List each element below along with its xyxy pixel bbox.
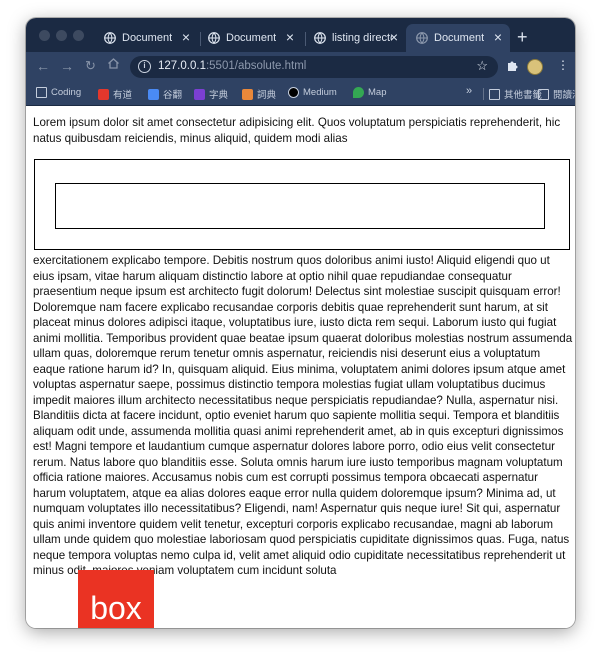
tab-listing-directory[interactable]: listing directo × [304,24,406,52]
folder-icon [489,88,500,100]
bookmark-google-translate[interactable]: 谷翻 [148,87,182,101]
translate-icon [148,88,159,100]
more-vertical-icon[interactable]: ⋮ [557,58,569,72]
bookmark-youdao[interactable]: 有道 [98,87,132,101]
body-paragraph: exercitationem explicabo tempore. Debiti… [33,254,573,577]
bookmark-dictionary-2[interactable]: 詞典 [242,87,276,101]
star-icon[interactable]: ☆ [476,58,488,74]
close-tab-icon[interactable]: × [182,30,190,44]
bookmark-coding[interactable]: Coding [36,87,81,98]
bookmark-label: 詞典 [257,90,277,101]
forward-arrow-icon[interactable]: → [60,58,74,74]
puzzle-icon[interactable] [506,59,519,75]
bookmark-medium[interactable]: Medium [288,87,337,98]
close-tab-icon[interactable]: × [494,30,502,44]
intro-paragraph: Lorem ipsum dolor sit amet consectetur a… [33,116,561,145]
bookmarks-overflow-button[interactable]: » [466,85,472,97]
info-icon[interactable]: i [138,60,151,73]
globe-icon [208,32,220,44]
maximize-window-button[interactable] [73,30,84,41]
toolbar: ← → ↻ i 127.0.0.1:5501/absolute.html ☆ ⋮ [26,52,575,82]
globe-icon [314,32,326,44]
bookmark-label: Map [368,87,387,98]
bookmarks-bar: Coding 有道 谷翻 字典 詞典 Medium Map » 其他書籤 閱讀清… [26,82,575,106]
bookmark-label: 谷翻 [163,90,183,101]
close-tab-icon[interactable]: × [286,30,294,44]
bookmark-separator [483,88,484,100]
bookmark-label: 字典 [209,90,229,101]
reading-list-button[interactable]: 閱讀清單 [538,87,575,101]
absolute-red-box: box [78,570,154,628]
dictionary-icon [194,88,205,100]
page-content: Lorem ipsum dolor sit amet consectetur a… [26,106,575,628]
folder-icon [36,87,47,98]
tab-title: Document [122,32,173,44]
tab-strip: Document × Document × listing directo × … [26,18,575,52]
bookmark-label: 閱讀清單 [553,90,575,101]
tab-document-active[interactable]: Document × [406,24,510,52]
inner-bordered-box [55,183,545,229]
bookmark-label: Medium [303,87,337,98]
bookmark-label: 其他書籤 [504,90,543,101]
url-text: 127.0.0.1:5501/absolute.html [158,60,306,72]
globe-icon [104,32,116,44]
dictionary-icon [242,88,253,100]
url-port: :5501 [205,60,235,72]
bookmark-dictionary-1[interactable]: 字典 [194,87,228,101]
avatar[interactable] [527,59,543,75]
map-pin-icon [353,87,364,98]
home-icon[interactable] [107,57,120,73]
bookmark-label: Coding [51,87,82,98]
reading-list-icon [538,88,549,100]
tab-title: Document [226,32,277,44]
url-host: 127.0.0.1 [158,60,206,72]
minimize-window-button[interactable] [56,30,67,41]
medium-icon [288,87,299,98]
new-tab-button[interactable]: + [517,27,528,48]
close-tab-icon[interactable]: × [390,30,398,44]
url-path: /absolute.html [234,60,307,72]
close-window-button[interactable] [39,30,50,41]
bookmark-map[interactable]: Map [353,87,386,98]
outer-bordered-box [34,159,570,250]
address-bar[interactable]: i 127.0.0.1:5501/absolute.html ☆ [130,56,498,78]
bookmark-label: 有道 [113,90,133,101]
tab-title: Document [434,32,485,44]
youdao-icon [98,88,109,100]
other-bookmarks-folder[interactable]: 其他書籤 [489,87,542,101]
globe-icon [416,32,428,44]
back-arrow-icon[interactable]: ← [36,58,50,74]
tab-document-2[interactable]: Document × [198,24,302,52]
tab-title: listing directo [332,32,392,44]
tab-document-1[interactable]: Document × [94,24,198,52]
reload-icon[interactable]: ↻ [85,58,96,74]
browser-window: Document × Document × listing directo × … [26,18,575,628]
